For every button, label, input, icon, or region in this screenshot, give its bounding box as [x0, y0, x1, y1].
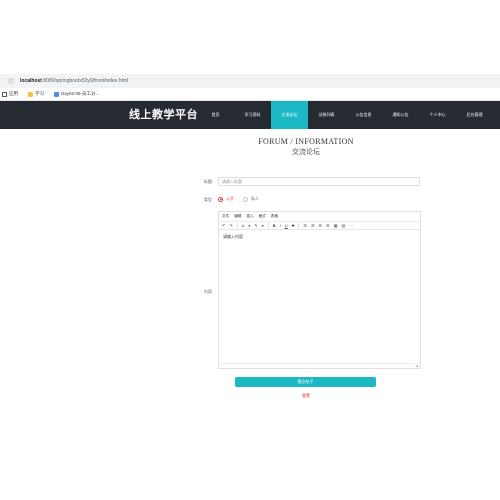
nav-item-exams[interactable]: 试卷列表: [308, 101, 345, 129]
chevron-down-icon[interactable]: ▾: [262, 221, 264, 230]
strikethrough-icon[interactable]: S: [292, 221, 295, 230]
site-navbar: 线上教学平台 首页 学习资料 交流论坛 试卷列表 公告信息 通知公告 个人中心 …: [0, 101, 500, 129]
page-heading: FORUM / INFORMATION 交流论坛: [0, 137, 500, 157]
heading-chinese: 交流论坛: [292, 148, 320, 156]
image-icon[interactable]: ▦: [334, 221, 338, 230]
font-color-icon[interactable]: A: [242, 221, 245, 230]
underline-icon[interactable]: U: [285, 221, 288, 230]
editor-menubar: 文件 编辑 插入 格式 表格: [219, 212, 420, 221]
radio-label: 私人: [251, 196, 259, 201]
nav-item-admin[interactable]: 后台管理: [456, 101, 493, 129]
address-path: :8080/springbootx53y0/front/index.html: [41, 78, 129, 84]
nav-menu: 首页 学习资料 交流论坛 试卷列表 公告信息 通知公告 个人中心 后台管理: [197, 101, 493, 129]
reset-button[interactable]: 重置: [300, 393, 312, 399]
chevron-down-icon[interactable]: ▾: [248, 221, 250, 230]
more-icon[interactable]: ⋯: [349, 221, 353, 230]
align-justify-icon[interactable]: ☰: [326, 221, 330, 230]
editor-toolbar: ↶ ↷ A ▾ ✎ ▾ B I U S ☰ ☰ ☰ ☰ ▦ ▤ ⋯: [219, 221, 420, 230]
editor-menu-edit[interactable]: 编辑: [234, 214, 241, 219]
redo-icon[interactable]: ↷: [229, 221, 232, 230]
bold-icon[interactable]: B: [273, 221, 276, 230]
info-icon[interactable]: ⓘ: [8, 77, 14, 86]
bookmark-label: 学习: [35, 91, 44, 96]
nav-item-notices[interactable]: 通知公告: [382, 101, 419, 129]
radio-dot: [218, 196, 223, 202]
heading-english: FORUM / INFORMATION: [258, 137, 354, 146]
folder-icon: [28, 91, 33, 97]
toolbar-divider: [236, 223, 238, 228]
task-icon: [54, 91, 59, 97]
type-radio-group: 公开 私人: [218, 196, 268, 202]
bookmark-day02[interactable]: Day02-05-员工分...: [54, 91, 99, 97]
site-logo[interactable]: 线上教学平台: [129, 101, 198, 129]
editor-body[interactable]: 请输入内容: [219, 230, 420, 244]
radio-private[interactable]: 私人: [243, 196, 259, 202]
radio-dot: [243, 196, 248, 202]
nav-item-home[interactable]: 首页: [197, 101, 234, 129]
italic-icon[interactable]: I: [280, 221, 281, 230]
toolbar-divider: [267, 223, 269, 228]
content-label: 内容:: [203, 289, 213, 294]
nav-item-materials[interactable]: 学习资料: [234, 101, 271, 129]
undo-icon[interactable]: ↶: [222, 221, 225, 230]
nav-item-forum[interactable]: 交流论坛: [271, 101, 308, 129]
bookmark-label: 应用: [9, 91, 18, 96]
rich-text-editor[interactable]: 文件 编辑 插入 格式 表格 ↶ ↷ A ▾ ✎ ▾ B I U S ☰ ☰ ☰…: [218, 211, 421, 369]
title-label: 标题:: [203, 179, 213, 184]
radio-public[interactable]: 公开: [218, 196, 234, 202]
bookmark-study[interactable]: 学习: [28, 91, 44, 97]
editor-menu-file[interactable]: 文件: [222, 214, 229, 219]
bookmark-apps[interactable]: 应用: [2, 91, 18, 97]
submit-post-button[interactable]: 提交帖子: [235, 377, 376, 387]
nav-item-announcements[interactable]: 公告信息: [345, 101, 382, 129]
table-icon[interactable]: ▤: [342, 221, 346, 230]
highlight-icon[interactable]: ✎: [254, 221, 257, 230]
radio-label: 公开: [226, 196, 234, 201]
editor-menu-table[interactable]: 表格: [271, 214, 278, 219]
address-bar[interactable]: ⓘ localhost :8080/springbootx53y0/front/…: [0, 74, 500, 88]
resize-handle-icon[interactable]: ⟋ ◢: [219, 363, 420, 368]
align-center-icon[interactable]: ☰: [311, 221, 315, 230]
nav-item-profile[interactable]: 个人中心: [419, 101, 456, 129]
align-right-icon[interactable]: ☰: [319, 221, 323, 230]
grid-icon: [2, 91, 7, 97]
title-input[interactable]: 请输入标题: [218, 177, 420, 186]
type-label: 类型:: [203, 197, 213, 202]
toolbar-divider: [298, 223, 300, 228]
bookmarks-bar: 应用 学习 Day02-05-员工分...: [0, 88, 500, 101]
bookmark-label: Day02-05-员工分...: [61, 91, 100, 96]
align-left-icon[interactable]: ☰: [303, 221, 307, 230]
address-host: localhost: [20, 78, 42, 84]
editor-menu-format[interactable]: 格式: [259, 214, 266, 219]
editor-menu-insert[interactable]: 插入: [246, 214, 253, 219]
